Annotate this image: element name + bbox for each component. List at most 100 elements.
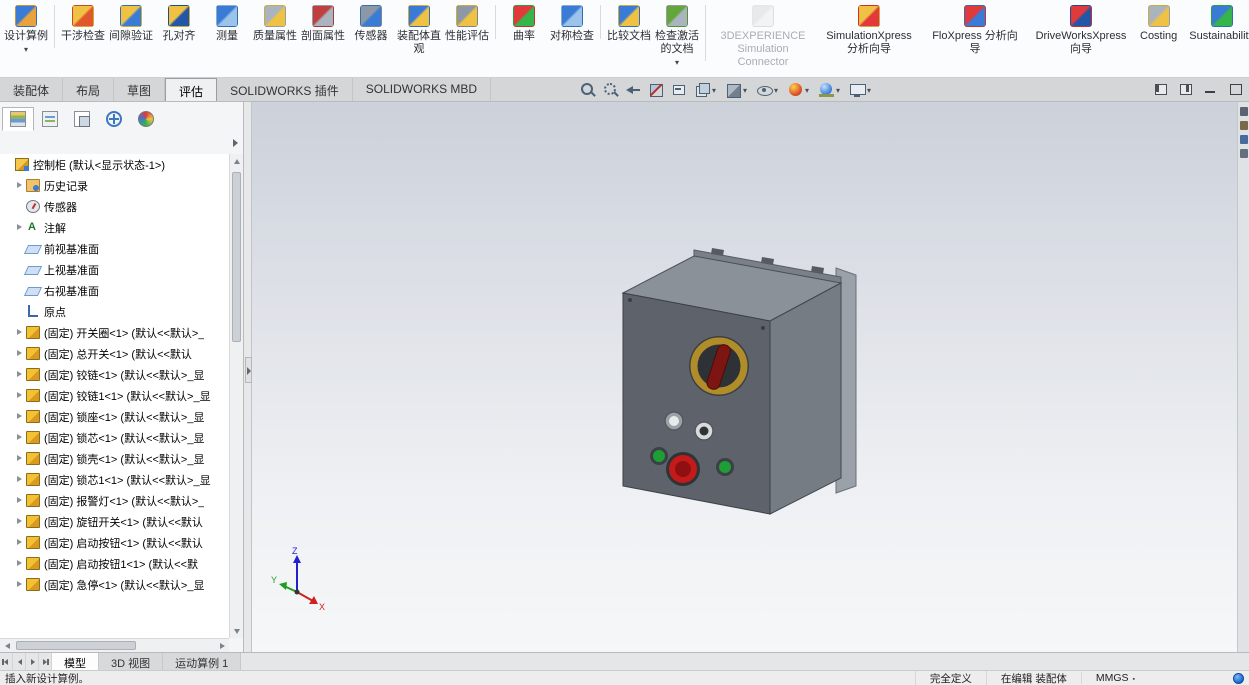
expand-arrow-icon[interactable] (15, 538, 24, 547)
measure-button[interactable]: 测量 (203, 2, 251, 43)
feature-tree-item[interactable]: 历史记录 (0, 175, 229, 196)
command-tab[interactable]: 草图 (114, 78, 166, 101)
hide-show-items-button[interactable] (755, 81, 782, 99)
expand-arrow-icon[interactable] (15, 580, 24, 589)
dropdown-caret-icon[interactable] (774, 84, 782, 96)
sustainability-button[interactable]: Sustainability (1183, 2, 1249, 43)
scroll-last-button[interactable] (39, 653, 52, 670)
zoom-to-area-button[interactable] (601, 81, 620, 99)
feature-tree-item[interactable]: (固定) 锁壳<1> (默认<<默认>_显 (0, 448, 229, 469)
configurationmanager-tab[interactable] (66, 107, 98, 131)
scroll-first-button[interactable] (0, 653, 13, 670)
document-tab[interactable]: 3D 视图 (99, 653, 164, 670)
expand-arrow-icon[interactable] (15, 454, 24, 463)
status-globe-icon[interactable] (1233, 672, 1244, 684)
dropdown-caret-icon[interactable] (836, 84, 844, 96)
feature-tree-item[interactable]: (固定) 铰链1<1> (默认<<默认>_显 (0, 385, 229, 406)
view-palette-icon[interactable] (1239, 149, 1248, 158)
feature-tree-item[interactable]: (固定) 锁座<1> (默认<<默认>_显 (0, 406, 229, 427)
dock-right-button[interactable] (1176, 81, 1195, 97)
file-explorer-icon[interactable] (1239, 135, 1248, 144)
solidworks-resources-icon[interactable] (1239, 107, 1248, 116)
feature-tree-item[interactable]: (固定) 锁芯<1> (默认<<默认>_显 (0, 427, 229, 448)
feature-tree-item[interactable]: 控制柜 (默认<显示状态-1>) (0, 154, 229, 175)
propertymanager-tab[interactable] (34, 107, 66, 131)
previous-view-button[interactable] (624, 81, 643, 99)
display-style-button[interactable] (724, 81, 751, 99)
feature-tree-item[interactable]: (固定) 旋钮开关<1> (默认<<默认 (0, 511, 229, 532)
expand-arrow-icon[interactable] (15, 412, 24, 421)
expand-arrow-icon[interactable] (15, 475, 24, 484)
displaymanager-tab[interactable] (130, 107, 162, 131)
curvature-button[interactable]: 曲率 (500, 2, 548, 43)
expand-arrow-icon[interactable] (15, 433, 24, 442)
expand-arrow-icon[interactable] (15, 328, 24, 337)
expand-arrow-icon[interactable] (15, 517, 24, 526)
horizontal-scroll-thumb[interactable] (16, 641, 136, 650)
clearance-verification-button[interactable]: 间隙验证 (107, 2, 155, 43)
feature-tree-item[interactable]: 前视基准面 (0, 238, 229, 259)
command-tab[interactable]: SOLIDWORKS 插件 (217, 78, 353, 101)
status-units[interactable]: MMGS (1080, 672, 1149, 684)
scroll-next-button[interactable] (26, 653, 39, 670)
feature-tree-item[interactable]: (固定) 报警灯<1> (默认<<默认>_ (0, 490, 229, 511)
feature-tree-item[interactable]: 上视基准面 (0, 259, 229, 280)
featuremanager-tab[interactable] (2, 106, 34, 131)
dimxpertmanager-tab[interactable] (98, 107, 130, 131)
graphics-viewport[interactable]: Z X Y (252, 102, 1237, 652)
restore-window-button[interactable] (1226, 81, 1245, 97)
document-tab[interactable]: 运动算例 1 (163, 653, 242, 670)
command-tab[interactable]: 评估 (165, 78, 218, 101)
dropdown-caret-icon[interactable] (712, 84, 720, 96)
section-view-button[interactable] (647, 81, 666, 99)
driveworksxpress-wizard-button[interactable]: DriveWorksXpress 向导 (1028, 2, 1134, 56)
feature-tree-item[interactable]: 右视基准面 (0, 280, 229, 301)
floxpress-wizard-button[interactable]: FloXpress 分析向导 (922, 2, 1028, 56)
symmetry-check-button[interactable]: 对称检查 (548, 2, 601, 43)
dropdown-caret-icon[interactable] (675, 56, 679, 65)
scroll-prev-button[interactable] (13, 653, 26, 670)
start-button[interactable] (653, 450, 665, 462)
document-tab[interactable]: 模型 (52, 653, 99, 670)
mass-properties-button[interactable]: 质量属性 (251, 2, 299, 43)
feature-tree-item[interactable]: (固定) 开关圈<1> (默认<<默认>_ (0, 322, 229, 343)
command-tab[interactable]: 布局 (63, 78, 115, 101)
view-orientation-button[interactable] (693, 81, 720, 99)
dropdown-caret-icon[interactable] (805, 84, 813, 96)
design-study-button[interactable]: 设计算例 (2, 2, 55, 52)
expand-arrow-icon[interactable] (15, 496, 24, 505)
feature-tree-item[interactable]: 原点 (0, 301, 229, 322)
expand-arrow-icon[interactable] (15, 559, 24, 568)
feature-tree-item[interactable]: (固定) 启动按钮<1> (默认<<默认 (0, 532, 229, 553)
performance-evaluation-button[interactable]: 性能评估 (443, 2, 496, 43)
feature-tree-item[interactable]: (固定) 启动按钮1<1> (默认<<默 (0, 553, 229, 574)
apply-scene-button[interactable] (817, 81, 844, 99)
expand-arrow-icon[interactable] (15, 391, 24, 400)
panel-flyout-arrow[interactable] (227, 132, 243, 154)
feature-tree-item[interactable]: (固定) 急停<1> (默认<<默认>_显 (0, 574, 229, 595)
command-tab[interactable]: SOLIDWORKS MBD (353, 78, 492, 101)
dropdown-caret-icon[interactable] (867, 84, 875, 96)
edit-appearance-button[interactable] (786, 81, 813, 99)
start-button[interactable] (719, 461, 731, 473)
dropdown-caret-icon[interactable] (743, 84, 751, 96)
3dexperience-simulation-connector-button[interactable]: 3DEXPERIENCE Simulation Connector (710, 2, 816, 69)
feature-tree-item[interactable]: (固定) 铰链<1> (默认<<默认>_显 (0, 364, 229, 385)
expand-arrow-icon[interactable] (15, 223, 24, 232)
scroll-left-icon[interactable] (0, 639, 14, 653)
check-active-document-button[interactable]: 检查激活的文档 (653, 2, 706, 65)
expand-arrow-icon[interactable] (15, 370, 24, 379)
expand-arrow-icon[interactable] (15, 349, 24, 358)
control-cabinet-model[interactable]: Z X Y (252, 102, 1237, 652)
minimize-window-button[interactable] (1201, 81, 1220, 97)
zoom-to-fit-button[interactable] (578, 81, 597, 99)
assembly-visualization-button[interactable]: 装配体直观 (395, 2, 443, 56)
feature-tree-item[interactable]: 注解 (0, 217, 229, 238)
scroll-down-icon[interactable] (230, 624, 244, 638)
panel-splitter[interactable] (244, 102, 252, 652)
feature-tree-item[interactable]: (固定) 锁芯1<1> (默认<<默认>_显 (0, 469, 229, 490)
dropdown-caret-icon[interactable] (24, 43, 28, 52)
hole-alignment-button[interactable]: 孔对齐 (155, 2, 203, 43)
costing-button[interactable]: Costing (1134, 2, 1183, 43)
expand-arrow-icon[interactable] (15, 181, 24, 190)
